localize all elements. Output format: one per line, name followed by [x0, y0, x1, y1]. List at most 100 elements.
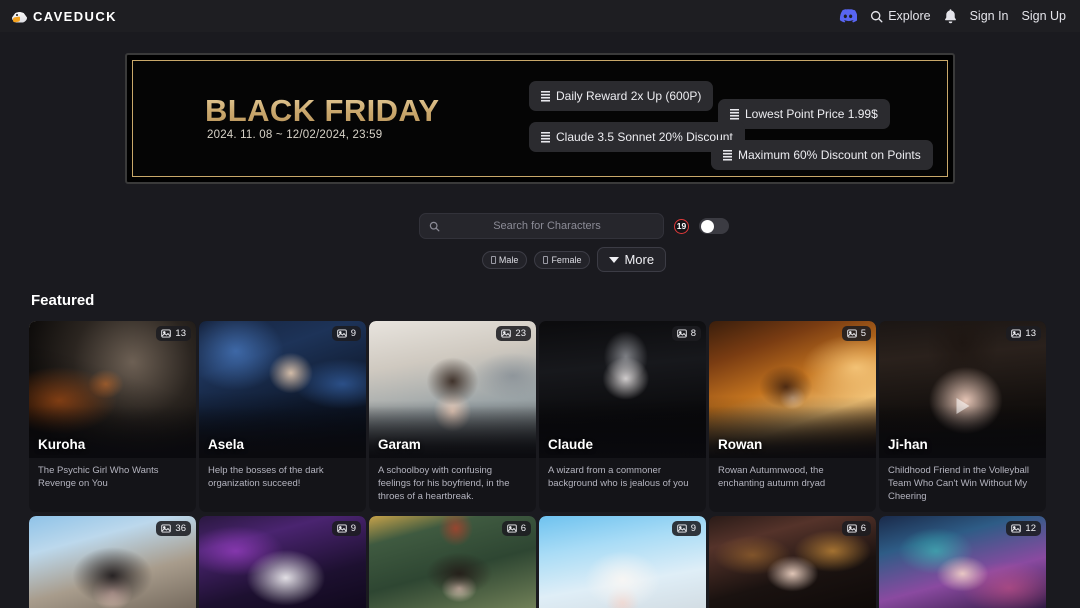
photo-icon — [501, 329, 512, 338]
card-image: 6 — [709, 516, 876, 608]
filter-chip-female[interactable]: Female — [534, 250, 591, 269]
sign-up-button[interactable]: Sign Up — [1022, 9, 1066, 23]
bell-icon[interactable] — [944, 8, 957, 24]
promo-label: Lowest Point Price 1.99$ — [745, 107, 878, 121]
photo-icon — [161, 329, 172, 338]
count-value: 9 — [350, 523, 356, 534]
image-count-badge: 5 — [841, 326, 871, 341]
photo-icon — [846, 524, 857, 533]
image-count-badge: 23 — [496, 326, 531, 341]
character-card[interactable]: 12 — [879, 516, 1046, 608]
count-value: 13 — [1025, 328, 1036, 339]
image-count-badge: 9 — [331, 326, 361, 341]
character-card[interactable]: 9 — [199, 516, 366, 608]
male-glyph-icon — [490, 255, 496, 264]
nsfw-toggle[interactable] — [699, 218, 729, 234]
card-image: 5 Rowan — [709, 321, 876, 458]
age-rating-badge[interactable]: 19 — [674, 218, 689, 234]
card-image: 36 — [29, 516, 196, 608]
sign-in-label: Sign In — [969, 9, 1009, 23]
chip-label: Female — [551, 254, 582, 265]
search-box[interactable] — [419, 213, 664, 239]
chip-label: Male — [498, 254, 519, 265]
character-card[interactable]: 5 Rowan Rowan Autumnwood, the enchanting… — [709, 321, 876, 512]
top-navigation-bar: CAVEDUCK Explore Sign In Sign Up — [0, 0, 1080, 32]
search-input[interactable] — [440, 220, 654, 232]
image-count-badge: 36 — [156, 521, 191, 536]
photo-icon — [676, 329, 687, 338]
photo-icon — [336, 524, 347, 533]
sign-in-button[interactable]: Sign In — [970, 9, 1009, 23]
character-card[interactable]: 6 — [709, 516, 876, 608]
brand-logo[interactable]: CAVEDUCK — [12, 9, 117, 24]
promo-label: Maximum 60% Discount on Points — [738, 148, 921, 162]
photo-icon — [846, 329, 857, 338]
character-card[interactable]: 36 — [29, 516, 196, 608]
black-friday-banner[interactable]: BLACK FRIDAY 2024. 11. 08 ~ 12/02/2024, … — [125, 53, 955, 184]
count-value: 12 — [1025, 523, 1036, 534]
count-value: 36 — [175, 523, 186, 534]
promo-label: Claude 3.5 Sonnet 20% Discount — [556, 130, 733, 144]
character-name: Ji-han — [888, 437, 928, 452]
character-description: Childhood Friend in the Volleyball Team … — [888, 465, 1030, 502]
count-value: 9 — [690, 523, 696, 534]
image-count-badge: 13 — [156, 326, 191, 341]
card-image: 23 Garam — [369, 321, 536, 458]
character-card[interactable]: 9 — [539, 516, 706, 608]
character-card[interactable]: 9 Asela Help the bosses of the dark orga… — [199, 321, 366, 512]
character-card[interactable]: 13 Ji-han Childhood Friend in the Volley… — [879, 321, 1046, 512]
card-image: 8 Claude — [539, 321, 706, 458]
play-icon — [956, 397, 969, 414]
card-image: 6 — [369, 516, 536, 608]
filter-chip-row: Male Female More — [34, 247, 1080, 272]
photo-icon — [1011, 524, 1022, 533]
image-count-badge: 6 — [841, 521, 871, 536]
character-card[interactable]: 13 Kuroha The Psychic Girl Who Wants Rev… — [29, 321, 196, 512]
duck-icon — [12, 9, 27, 24]
photo-icon — [161, 524, 172, 533]
character-card[interactable]: 23 Garam A schoolboy with confusing feel… — [369, 321, 536, 512]
character-description: A schoolboy with confusing feelings for … — [378, 465, 510, 502]
card-image: 13 Ji-han — [879, 321, 1046, 458]
count-value: 9 — [350, 328, 356, 339]
promo-pill-max-discount[interactable]: Maximum 60% Discount on Points — [711, 140, 933, 170]
image-count-badge: 8 — [671, 326, 701, 341]
list-icon — [541, 90, 550, 102]
list-icon — [541, 131, 550, 143]
discord-icon[interactable] — [839, 9, 858, 23]
character-description: Help the bosses of the dark organization… — [208, 465, 324, 489]
character-name: Garam — [378, 437, 421, 452]
count-value: 5 — [860, 328, 866, 339]
sign-up-label: Sign Up — [1021, 9, 1066, 23]
character-description: Rowan Autumnwood, the enchanting autumn … — [718, 465, 826, 489]
chevron-down-icon — [609, 256, 620, 263]
character-card[interactable]: 8 Claude A wizard from a commoner backgr… — [539, 321, 706, 512]
image-count-badge: 13 — [1006, 326, 1041, 341]
promo-label: Daily Reward 2x Up (600P) — [556, 89, 702, 103]
photo-icon — [506, 524, 517, 533]
character-card[interactable]: 6 — [369, 516, 536, 608]
photo-icon — [1011, 329, 1022, 338]
explore-label: Explore — [888, 9, 931, 23]
more-filters-button[interactable]: More — [597, 247, 667, 272]
card-image: 12 — [879, 516, 1046, 608]
image-count-badge: 9 — [671, 521, 701, 536]
promo-pill-daily-reward[interactable]: Daily Reward 2x Up (600P) — [529, 81, 714, 111]
filter-chip-male[interactable]: Male — [481, 250, 528, 269]
character-name: Kuroha — [38, 437, 86, 452]
featured-character-grid: 13 Kuroha The Psychic Girl Who Wants Rev… — [29, 321, 1059, 608]
photo-icon — [676, 524, 687, 533]
search-icon — [429, 221, 440, 231]
explore-link[interactable]: Explore — [870, 9, 931, 23]
list-icon — [723, 149, 732, 161]
banner-inner-frame: BLACK FRIDAY 2024. 11. 08 ~ 12/02/2024, … — [132, 60, 948, 177]
banner-title: BLACK FRIDAY — [205, 93, 440, 128]
image-count-badge: 9 — [331, 521, 361, 536]
character-name: Claude — [548, 437, 594, 452]
toggle-knob — [700, 219, 714, 233]
header-actions: Explore Sign In Sign Up — [839, 8, 1066, 24]
card-image: 9 — [199, 516, 366, 608]
search-icon — [871, 10, 883, 22]
image-count-badge: 12 — [1006, 521, 1041, 536]
character-description: The Psychic Girl Who Wants Revenge on Yo… — [38, 465, 159, 489]
